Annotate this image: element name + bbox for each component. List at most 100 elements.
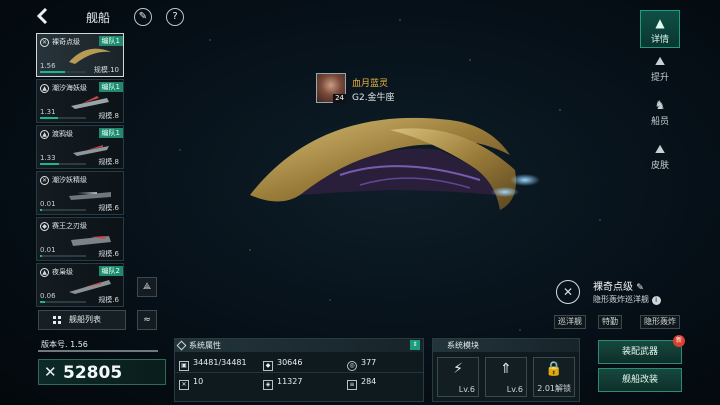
attr-value: 11327 [277, 377, 303, 386]
ship-class-icon: ▲ [40, 130, 49, 139]
skin-icon: ⛰ [654, 142, 666, 156]
attr-damage: ◈ 11327 [263, 377, 302, 390]
right-tab-bar: ▲ 详情 ⛰ 提升 ♞ 船员 ⛰ 皮肤 [640, 10, 680, 186]
ship-class-icon: ✕ [556, 280, 580, 304]
attr-hp: ▣ 34481/34481 [179, 358, 247, 371]
ship-modify-button[interactable]: 舰船改装 [598, 368, 682, 392]
weapon-module-icon: ⚡ [453, 361, 463, 377]
ship-list: ✕ 裸奇点级 编队1 1.56 规模.10 ▲ 潮汐海妖级 编队1 1.31 规… [36, 33, 128, 309]
edit-button[interactable]: ✎ [134, 8, 152, 26]
fleet-tag: 编队2 [98, 266, 123, 276]
wing-icon: ≈ [143, 315, 151, 325]
rename-icon[interactable]: ✎ [636, 283, 644, 293]
attr-speed: ≡ 284 [347, 377, 376, 390]
back-button[interactable] [36, 7, 56, 26]
module-level: Lv.6 [506, 385, 523, 394]
ship-progress-fill [40, 209, 43, 211]
ship-scale: 规模.8 [98, 158, 119, 166]
ship-model[interactable] [240, 100, 540, 230]
ship-progress-bar [40, 301, 86, 303]
speed-icon: ≡ [347, 380, 357, 390]
ship-class-name: 裸奇点级 ✎ [593, 278, 644, 293]
ship-card[interactable]: ▲ 潮汐海妖级 编队1 1.31 规模.8 [36, 79, 124, 123]
ship-level: 0.01 [40, 200, 56, 208]
ship-scale: 规模.10 [93, 66, 119, 74]
ship-thumbnail [69, 280, 111, 294]
ship-progress-bar [40, 71, 86, 73]
module-unlock: 2.01解锁 [537, 384, 571, 393]
module-slot-locked[interactable]: 🔒 2.01解锁 [533, 357, 575, 397]
upgrade-icon: ⛰ [654, 54, 666, 68]
help-button[interactable]: ? [166, 8, 184, 26]
ship-level: 1.56 [40, 62, 56, 70]
crossed-swords-icon: ✕ [44, 363, 57, 381]
ship-card[interactable]: ▲ 渡鸦级 编队1 1.33 规模.8 [36, 125, 124, 169]
ship-progress-bar [40, 255, 86, 257]
tab-upgrade[interactable]: ⛰ 提升 [640, 54, 680, 92]
ship-tag: 特勤 [598, 315, 622, 329]
ship-tag: 隐形轰炸 [640, 315, 680, 329]
attributes-icon [176, 340, 187, 351]
ship-tags: 巡洋舰 特勤 隐形轰炸 [554, 315, 684, 329]
ship-card[interactable]: ▲ 夜枭级 编队2 0.06 规模.6 [36, 263, 124, 307]
fleet-filter-button[interactable]: ≈ [137, 310, 157, 330]
fleet-tag: 编队1 [98, 82, 123, 92]
attr-value: 10 [193, 377, 204, 386]
ship-class-icon: ✕ [40, 38, 49, 47]
commander-name: 血月蓝灵 [352, 79, 389, 89]
ship-card[interactable]: ✕ 潮汐妖精级 0.01 规模.6 [36, 171, 124, 215]
ship-progress-fill [40, 163, 60, 165]
attributes-panel: 系统属性 ⇕ ▣ 34481/34481 ◆ 30646 ◎ 377 ✕ 10 ◈ 113… [174, 338, 424, 402]
new-badge: 新 [673, 335, 685, 347]
attributes-title: 系统属性 [189, 341, 221, 350]
tab-label: 详情 [650, 35, 669, 45]
pen-icon: ✎ [138, 11, 148, 22]
ship-card[interactable]: ✕ 裸奇点级 编队1 1.56 规模.10 [36, 33, 124, 77]
ship-progress-bar [40, 209, 86, 211]
tab-details[interactable]: ▲ 详情 [640, 10, 680, 48]
module-slot[interactable]: ⚡ Lv.6 [437, 357, 479, 397]
ship-role-label: 隐形轰炸巡洋舰 [593, 295, 649, 304]
top-bar: 舰船 ✎ ? [0, 0, 200, 32]
attr-energy: ✕ 10 [179, 377, 203, 390]
ship-thumbnail [69, 192, 111, 200]
modules-header: 系统模块 [433, 339, 579, 352]
ship-level: 0.06 [40, 292, 56, 300]
energy-icon: ✕ [179, 380, 189, 390]
equip-weapons-button[interactable]: 装配武器 新 [598, 335, 685, 364]
ship-class-icon: ▲ [40, 84, 49, 93]
fleet-list-label: 舰船列表 [69, 315, 101, 324]
attr-value: 284 [361, 377, 377, 386]
ship-class-label: 裸奇点级 [593, 282, 633, 293]
armor-icon: ◆ [263, 361, 273, 371]
avatar[interactable]: 24 [316, 73, 346, 103]
modules-panel: 系统模块 ⚡ Lv.6 ⇑ Lv.6 🔒 2.01解锁 [432, 338, 580, 402]
ship-scale: 规模.8 [98, 112, 119, 120]
tab-skin[interactable]: ⛰ 皮肤 [640, 142, 680, 180]
ship-level: 0.01 [40, 246, 56, 254]
ship-class-icon: ▲ [40, 268, 49, 277]
module-slot[interactable]: ⇑ Lv.6 [485, 357, 527, 397]
attr-value: 377 [361, 358, 377, 367]
formation-icon: ⟁ [142, 282, 152, 292]
tab-label: 提升 [650, 73, 669, 83]
tab-label: 船员 [650, 117, 669, 127]
divider [38, 350, 158, 352]
divider [175, 372, 423, 373]
attr-shield: ◎ 377 [347, 358, 376, 371]
ship-progress-fill [40, 255, 43, 257]
page-title: 舰船 [86, 11, 111, 25]
tab-label: 皮肤 [650, 161, 669, 171]
ship-class-icon: ✕ [40, 176, 49, 185]
ship-card[interactable]: ◆ 赛王之刃级 0.01 规模.6 [36, 217, 124, 261]
info-icon[interactable]: i [651, 296, 661, 305]
crew-icon: ♞ [654, 98, 666, 112]
tab-crew[interactable]: ♞ 船员 [640, 98, 680, 136]
grid-icon [53, 316, 61, 324]
fleet-formation-button[interactable]: ⟁ [137, 277, 157, 297]
ship-tag: 巡洋舰 [554, 315, 586, 329]
ship-progress-fill [40, 117, 59, 119]
expand-button[interactable]: ⇕ [410, 340, 420, 350]
ship-progress-fill [40, 301, 45, 303]
fleet-list-button[interactable]: 舰船列表 [38, 310, 126, 330]
